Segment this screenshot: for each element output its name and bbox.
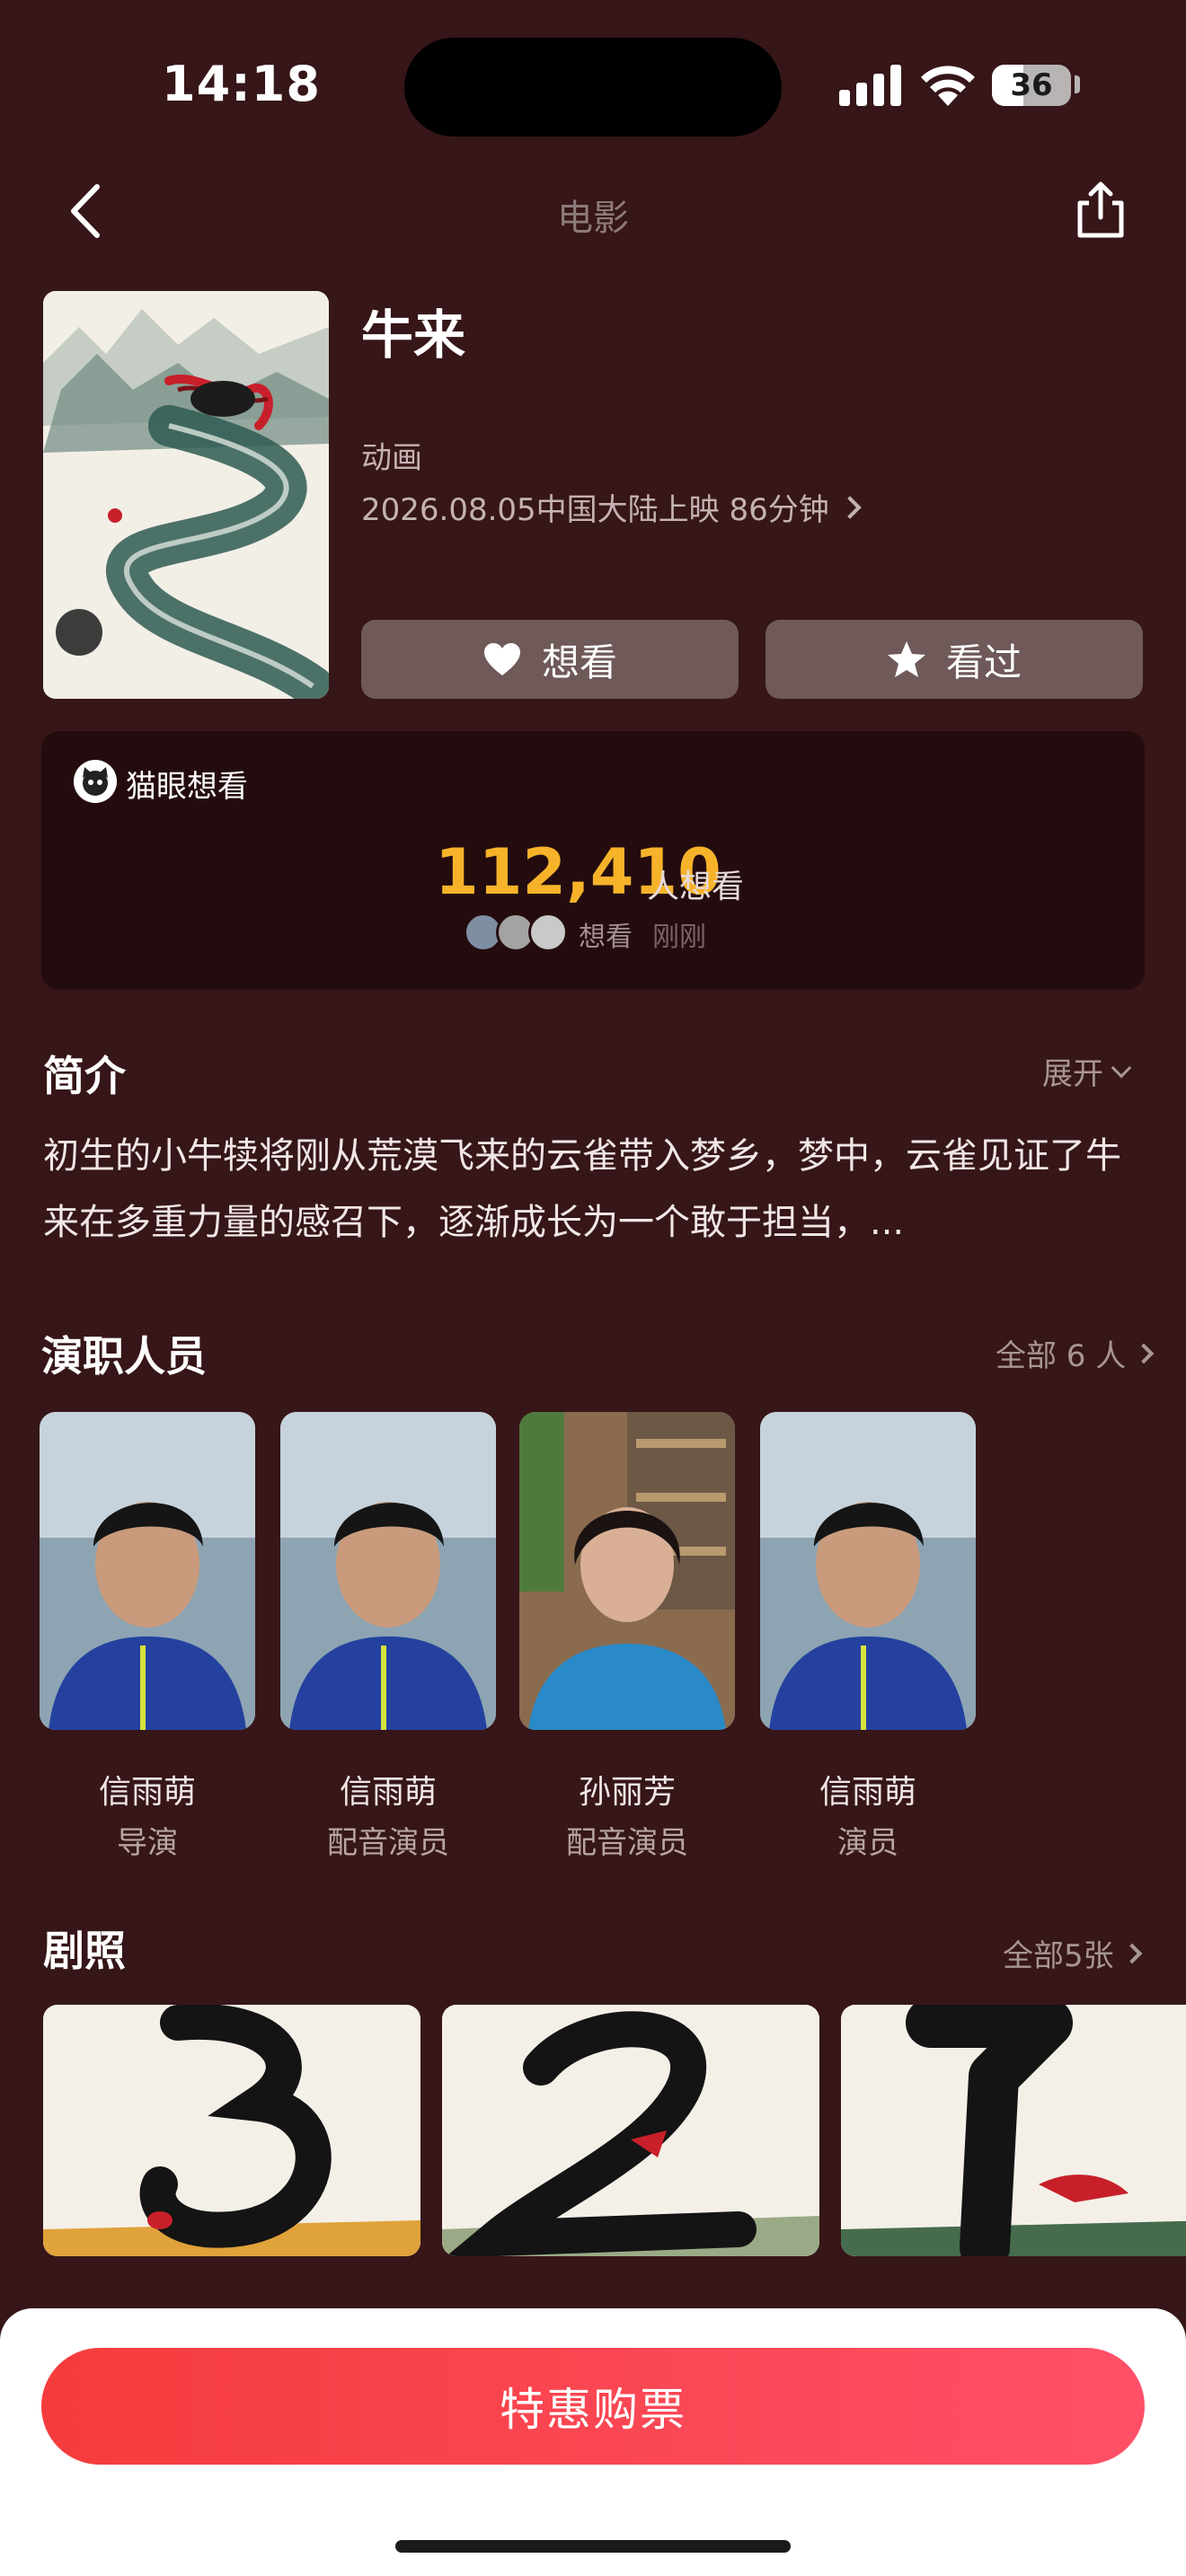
cast-all-button[interactable]: 全部 6 人 [996,1331,1155,1375]
release-text: 2026.08.05中国大陆上映 86分钟 [361,492,829,528]
watched-button[interactable]: 看过 [766,620,1143,699]
chevron-right-icon [1121,1943,1142,1963]
want-label: 想看 [541,640,617,684]
seen-label: 看过 [945,640,1022,684]
movie-genre: 动画 [361,440,422,476]
still-image[interactable] [43,2005,420,2256]
cast-photo[interactable] [280,1412,496,1730]
heart-icon [483,643,520,675]
chevron-right-icon [1133,1343,1155,1363]
maoyan-want-label: 猫眼想看 [126,769,248,805]
still-image[interactable] [442,2005,819,2256]
synopsis-text[interactable]: 初生的小牛犊将刚从荒漠飞来的云雀带入梦乡，梦中，云雀见证了牛来在多重力量的感召下… [43,1123,1148,1256]
still-image[interactable] [841,2005,1186,2256]
stills-title: 剧照 [43,1927,126,1975]
stills-all-label: 全部5张 [1003,1938,1114,1974]
cast-name: 信雨萌 [819,1774,916,1811]
cellular-signal-icon [839,65,902,106]
movie-poster[interactable] [43,291,329,699]
page-title: 电影 [557,198,629,239]
dynamic-island [404,38,782,137]
want-to-watch-button[interactable]: 想看 [361,620,739,699]
synopsis-expand-button[interactable]: 展开 [1042,1049,1132,1093]
synopsis-title: 简介 [43,1052,126,1100]
home-indicator [395,2540,791,2553]
buy-tickets-button[interactable]: 特惠购票 [41,2348,1145,2465]
expand-label: 展开 [1042,1056,1103,1092]
cast-role: 配音演员 [566,1825,688,1861]
cast-role: 演员 [837,1825,898,1861]
battery-icon: 36 [992,65,1071,106]
cast-name: 信雨萌 [339,1774,437,1811]
cast-role: 导演 [117,1825,178,1861]
cast-role: 配音演员 [327,1825,449,1861]
cast-photo[interactable] [760,1412,976,1730]
cast-name: 孙丽芳 [578,1774,676,1811]
wifi-icon [921,66,975,106]
recent-want-time: 刚刚 [652,922,706,953]
cast-title: 演职人员 [41,1332,207,1381]
recent-want-text: 想看 [579,922,633,953]
recent-user-avatars [464,913,571,952]
cast-photo[interactable] [40,1412,255,1730]
avatar [528,913,568,952]
stills-all-button[interactable]: 全部5张 [1003,1931,1142,1975]
share-icon[interactable] [1069,180,1132,243]
want-count-unit: 人想看 [647,869,745,905]
cast-photo[interactable] [519,1412,735,1730]
cast-all-label: 全部 6 人 [996,1338,1127,1374]
star-icon [887,641,925,677]
chevron-right-icon [838,495,862,519]
chevron-down-icon [1111,1057,1132,1078]
maoyan-cat-icon [74,760,117,803]
back-icon[interactable] [63,180,108,243]
movie-title: 牛来 [361,304,466,366]
status-time: 14:18 [162,56,321,112]
movie-release-info[interactable]: 2026.08.05中国大陆上映 86分钟 [361,485,862,529]
battery-cap [1075,75,1080,93]
cast-name: 信雨萌 [98,1774,196,1811]
